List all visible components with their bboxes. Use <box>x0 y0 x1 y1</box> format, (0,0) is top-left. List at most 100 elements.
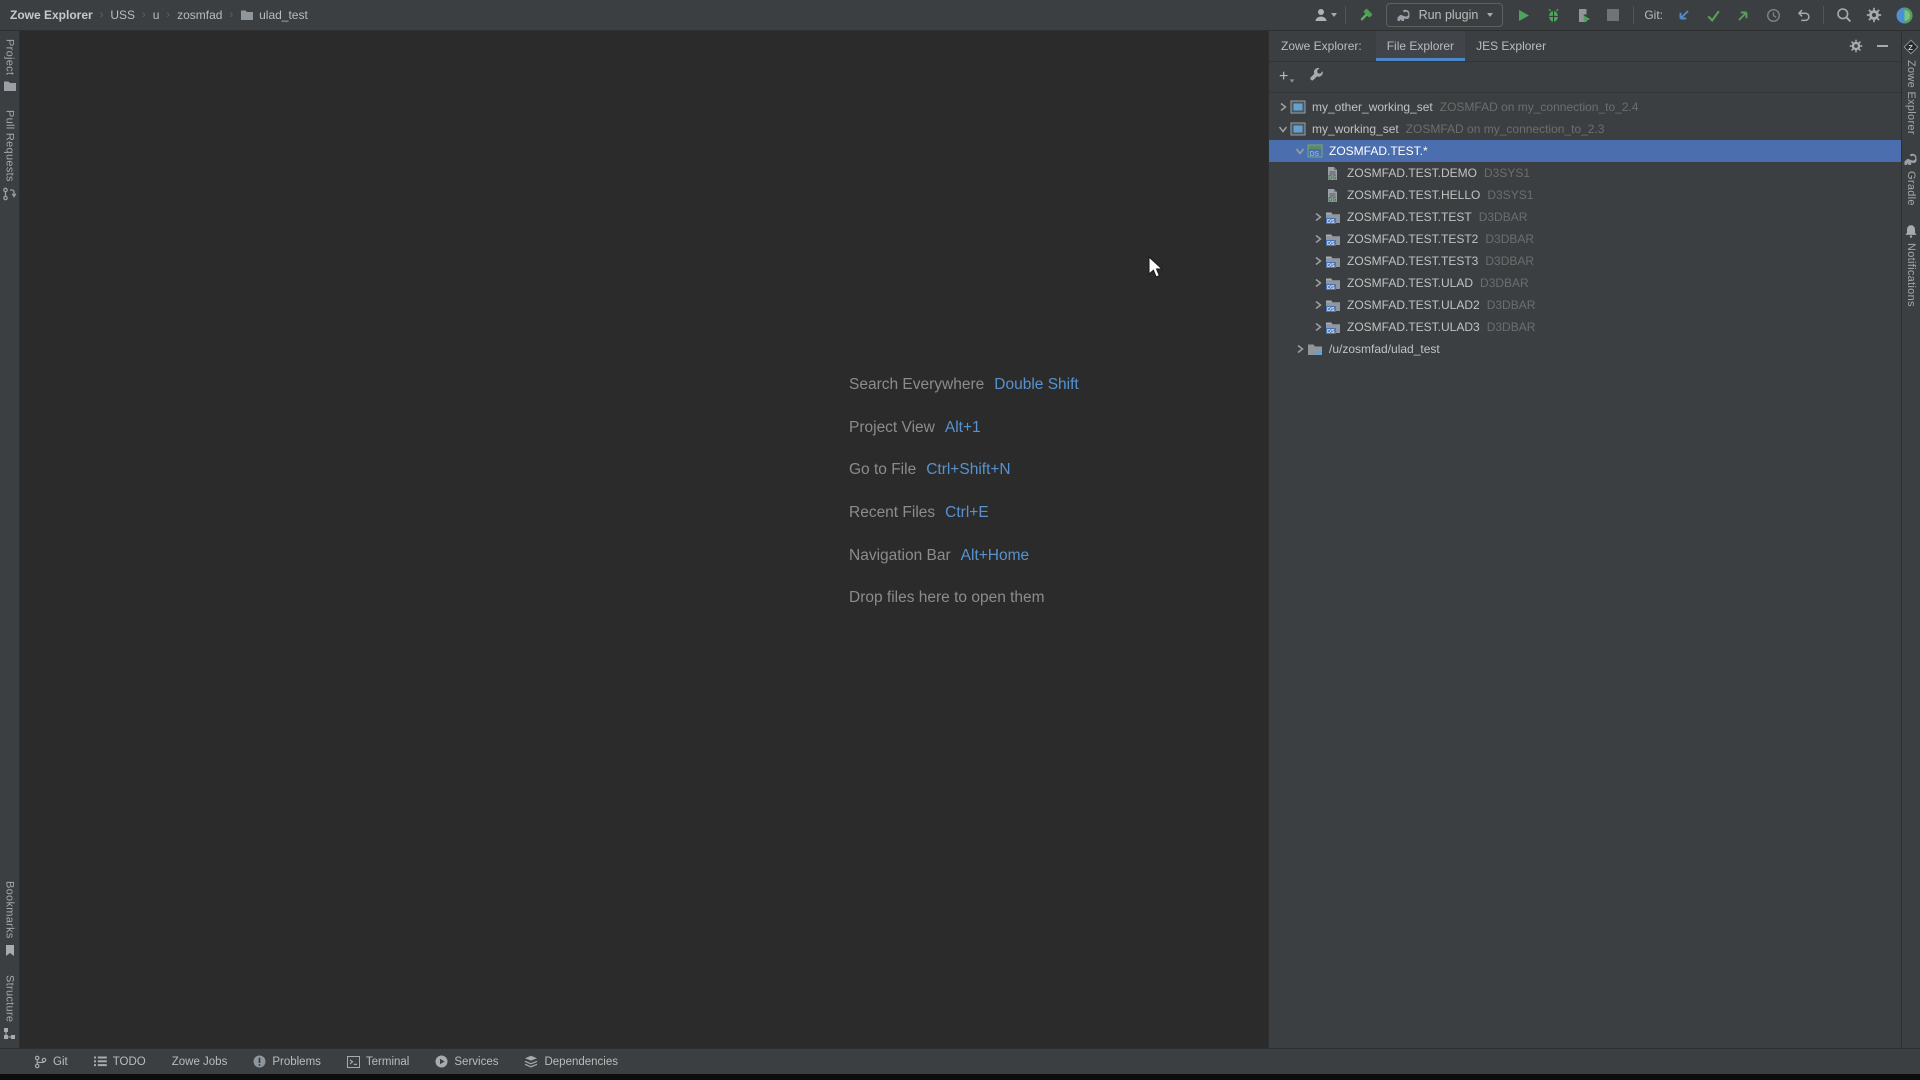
svg-text:DS: DS <box>1327 329 1335 334</box>
tree-row[interactable]: my_other_working_setZOSMFAD on my_connec… <box>1269 96 1901 118</box>
svg-text:DS: DS <box>1327 263 1335 268</box>
run-icon-button[interactable] <box>1513 5 1533 25</box>
chevron-right-icon[interactable] <box>1310 276 1325 291</box>
tree-item-name: my_other_working_set <box>1312 100 1433 114</box>
dataset-member-icon: DS <box>1325 166 1343 181</box>
bottom-bar-item-problems[interactable]: Problems <box>253 1055 321 1068</box>
chevron-spacer <box>1310 166 1325 181</box>
top-bar: Zowe Explorer›USS›u›zosmfad›ulad_test Ru… <box>0 0 1920 31</box>
tree-row[interactable]: DSZOSMFAD.TEST.ULADD3DBAR <box>1269 272 1901 294</box>
tree-row[interactable]: DSZOSMFAD.TEST.TEST2D3DBAR <box>1269 228 1901 250</box>
user-icon-button[interactable] <box>1315 5 1335 25</box>
right-tool-stripe: ZZowe Explorer Gradle Notifications <box>1901 31 1920 1048</box>
shortcut-action-label: Search Everywhere <box>849 376 984 394</box>
run-plugin-dropdown[interactable]: Run plugin <box>1386 3 1504 27</box>
bottom-bar-item-dependencies[interactable]: Dependencies <box>524 1055 618 1068</box>
breadcrumb-separator: › <box>100 9 104 21</box>
tree-row[interactable]: DSZOSMFAD.TEST.ULAD3D3DBAR <box>1269 316 1901 338</box>
tree-row[interactable]: DSZOSMFAD.TEST.HELLOD3SYS1 <box>1269 184 1901 206</box>
shortcut-keys: Ctrl+Shift+N <box>926 461 1010 479</box>
settings-icon <box>1866 7 1882 23</box>
breadcrumb-separator: › <box>166 9 170 21</box>
bottom-bar-item-git[interactable]: Git <box>34 1055 68 1069</box>
tab-file-explorer[interactable]: File Explorer <box>1376 31 1465 61</box>
stripe-button-gradle[interactable]: Gradle <box>1903 153 1919 206</box>
stripe-button-notifications[interactable]: Notifications <box>1904 224 1918 307</box>
settings-icon-button[interactable] <box>1864 5 1884 25</box>
bottom-bar-item-zowe-jobs[interactable]: Zowe Jobs <box>172 1056 228 1068</box>
commit-icon-button[interactable] <box>1703 5 1723 25</box>
shortcut-action-label: Project View <box>849 419 935 437</box>
stripe-button-pull-requests[interactable]: Pull Requests <box>2 110 17 201</box>
bottom-bar-label: Services <box>454 1056 498 1068</box>
bottom-tool-bar: Git TODO Zowe Jobs Problems Terminal Services… <box>0 1048 1920 1074</box>
tab-jes-explorer[interactable]: JES Explorer <box>1465 31 1557 61</box>
shortcut-action-label: Recent Files <box>849 504 935 522</box>
shortcut-keys: Ctrl+E <box>945 504 989 522</box>
svg-text:DS: DS <box>1327 307 1335 312</box>
debug-icon-button[interactable] <box>1543 5 1563 25</box>
edit-configuration-wrench-icon[interactable] <box>1309 67 1324 87</box>
breadcrumb-item[interactable]: Zowe Explorer <box>10 8 93 22</box>
chevron-spacer <box>1310 188 1325 203</box>
tree-row[interactable]: DSZOSMFAD.TEST.* <box>1269 140 1901 162</box>
tool-window-minimize-icon[interactable] <box>1871 35 1893 57</box>
add-working-set-button[interactable]: + <box>1279 70 1295 84</box>
stripe-button-bookmarks[interactable]: Bookmarks <box>4 881 16 957</box>
stop-icon-button[interactable] <box>1603 5 1623 25</box>
chevron-right-icon[interactable] <box>1292 342 1307 357</box>
chevron-right-icon[interactable] <box>1310 298 1325 313</box>
stripe-button-project[interactable]: Project <box>3 39 17 92</box>
tree-row[interactable]: DSZOSMFAD.TEST.ULAD2D3DBAR <box>1269 294 1901 316</box>
stripe-button-zowe-explorer[interactable]: ZZowe Explorer <box>1903 39 1919 135</box>
breadcrumb-item[interactable]: u <box>153 8 160 22</box>
rollback-icon-button[interactable] <box>1793 5 1813 25</box>
search-icon-button[interactable] <box>1834 5 1854 25</box>
chevron-right-icon[interactable] <box>1310 210 1325 225</box>
breadcrumb-item[interactable]: USS <box>110 8 135 22</box>
chevron-right-icon[interactable] <box>1310 232 1325 247</box>
hammer-icon-button[interactable] <box>1356 5 1376 25</box>
rollback-icon <box>1796 8 1811 23</box>
pds-icon: DS <box>1325 298 1343 313</box>
bell-icon <box>1904 224 1918 238</box>
tree-item-name: /u/zosmfad/ulad_test <box>1329 342 1440 356</box>
editor-area <box>20 31 1268 1048</box>
chevron-down-icon[interactable] <box>1292 144 1307 159</box>
svg-text:DS: DS <box>1328 175 1336 180</box>
bottom-bar-label: Terminal <box>366 1056 409 1068</box>
chevron-right-icon[interactable] <box>1275 100 1290 115</box>
main-toolbar: Run pluginGit: <box>1315 3 1920 27</box>
tree-row[interactable]: /u/zosmfad/ulad_test <box>1269 338 1901 360</box>
tree-item-detail: D3DBAR <box>1485 232 1534 246</box>
coverage-icon-button[interactable] <box>1573 5 1593 25</box>
history-icon-button[interactable] <box>1763 5 1783 25</box>
chevron-down-icon <box>1487 13 1493 17</box>
tool-window-gear-icon[interactable] <box>1845 35 1867 57</box>
update-icon-button[interactable] <box>1673 5 1693 25</box>
tree-row[interactable]: DSZOSMFAD.TEST.TEST3D3DBAR <box>1269 250 1901 272</box>
tree-row[interactable]: DSZOSMFAD.TEST.DEMOD3SYS1 <box>1269 162 1901 184</box>
chevron-right-icon[interactable] <box>1310 320 1325 335</box>
breadcrumb-separator: › <box>229 9 233 21</box>
chevron-down-icon[interactable] <box>1275 122 1290 137</box>
bottom-bar-item-terminal[interactable]: Terminal <box>347 1056 409 1068</box>
tree-item-name: ZOSMFAD.TEST.ULAD <box>1347 276 1473 290</box>
svg-text:DS: DS <box>1328 197 1336 202</box>
tree-row[interactable]: my_working_setZOSMFAD on my_connection_t… <box>1269 118 1901 140</box>
pds-icon: DS <box>1325 276 1343 291</box>
bottom-bar-item-services[interactable]: Services <box>435 1055 498 1068</box>
breadcrumb-item[interactable]: zosmfad <box>177 8 222 22</box>
push-icon-button[interactable] <box>1733 5 1753 25</box>
tree-row[interactable]: DSZOSMFAD.TEST.TESTD3DBAR <box>1269 206 1901 228</box>
chevron-right-icon[interactable] <box>1310 254 1325 269</box>
tool-window-toolbar: + <box>1269 62 1901 93</box>
shortcut-hint-line: Drop files here to open them <box>849 577 1079 620</box>
problems-icon <box>253 1055 266 1068</box>
stripe-button-structure[interactable]: Structure <box>3 975 16 1040</box>
shortcut-action-label: Navigation Bar <box>849 547 951 565</box>
bottom-bar-item-todo[interactable]: TODO <box>94 1056 146 1068</box>
breadcrumb-item[interactable]: ulad_test <box>259 8 308 22</box>
app-logo-icon-button[interactable] <box>1894 5 1914 25</box>
svg-text:DS: DS <box>1327 219 1335 224</box>
